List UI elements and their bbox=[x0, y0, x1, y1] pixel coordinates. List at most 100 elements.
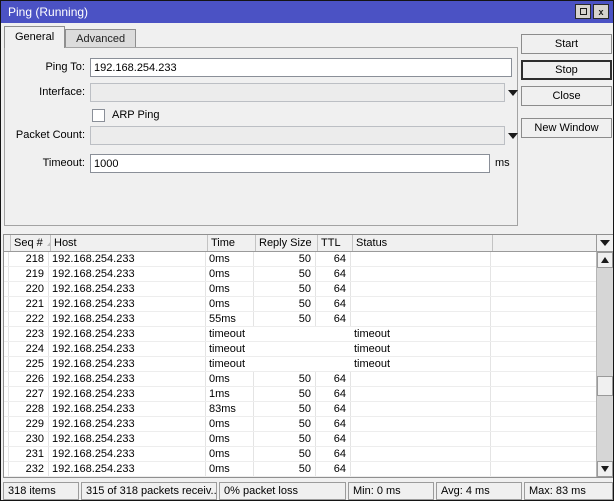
cell-ttl: 64 bbox=[316, 372, 351, 386]
table-row[interactable]: 218 192.168.254.233 0ms 50 64 bbox=[4, 252, 596, 267]
header-strip[interactable] bbox=[4, 235, 11, 251]
cell-ttl bbox=[316, 342, 351, 356]
cell-reply-size: 50 bbox=[254, 312, 316, 326]
cell-status bbox=[351, 252, 491, 266]
cell-ttl: 64 bbox=[316, 312, 351, 326]
header-time[interactable]: Time bbox=[208, 235, 256, 251]
cell-time: 0ms bbox=[206, 252, 254, 266]
cell-empty bbox=[491, 387, 596, 401]
cell-seq: 223 bbox=[9, 327, 49, 341]
cell-status: timeout bbox=[351, 357, 491, 371]
cell-reply-size: 50 bbox=[254, 417, 316, 431]
cell-seq: 225 bbox=[9, 357, 49, 371]
cell-status bbox=[351, 417, 491, 431]
cell-seq: 222 bbox=[9, 312, 49, 326]
tab-general[interactable]: General bbox=[4, 26, 66, 48]
titlebar[interactable]: Ping (Running) x bbox=[1, 1, 613, 23]
cell-seq: 227 bbox=[9, 387, 49, 401]
arp-ping-checkbox[interactable] bbox=[92, 109, 105, 122]
cell-host: 192.168.254.233 bbox=[49, 432, 206, 446]
cell-status: timeout bbox=[351, 342, 491, 356]
vertical-scrollbar[interactable] bbox=[596, 252, 613, 477]
table-row[interactable]: 219 192.168.254.233 0ms 50 64 bbox=[4, 267, 596, 282]
packet-count-field[interactable] bbox=[90, 126, 505, 145]
cell-ttl bbox=[316, 327, 351, 341]
cell-empty bbox=[491, 252, 596, 266]
scroll-up-icon[interactable] bbox=[597, 252, 613, 268]
cell-time: 0ms bbox=[206, 372, 254, 386]
cell-seq: 220 bbox=[9, 282, 49, 296]
cell-time: timeout bbox=[209, 358, 246, 370]
stop-button[interactable]: Stop bbox=[521, 60, 612, 80]
cell-empty bbox=[491, 417, 596, 431]
table-row[interactable]: 232 192.168.254.233 0ms 50 64 bbox=[4, 462, 596, 477]
interface-dropdown-arrow-icon[interactable] bbox=[506, 87, 520, 99]
header-host[interactable]: Host bbox=[51, 235, 208, 251]
table-row[interactable]: 227 192.168.254.233 1ms 50 64 bbox=[4, 387, 596, 402]
cell-time: 0ms bbox=[206, 297, 254, 311]
timeout-unit-label: ms bbox=[495, 157, 510, 169]
status-packets-received: 315 of 318 packets receiv... bbox=[81, 482, 217, 500]
header-empty[interactable] bbox=[493, 235, 596, 251]
column-select-dropdown-icon[interactable] bbox=[596, 235, 613, 252]
cell-time: 0ms bbox=[206, 417, 254, 431]
cell-empty bbox=[491, 267, 596, 281]
cell-status bbox=[351, 372, 491, 386]
cell-reply-size: 50 bbox=[254, 447, 316, 461]
ping-results-table: Seq # Host Time Reply Size TTL Status 21… bbox=[3, 234, 613, 478]
interface-field[interactable] bbox=[90, 83, 505, 102]
table-row[interactable]: 223 192.168.254.233 timeout timeout bbox=[4, 327, 596, 342]
tab-advanced[interactable]: Advanced bbox=[65, 29, 137, 48]
header-seq[interactable]: Seq # bbox=[11, 235, 51, 251]
cell-empty bbox=[491, 372, 596, 386]
cell-time: 0ms bbox=[206, 462, 254, 476]
table-row[interactable]: 224 192.168.254.233 timeout timeout bbox=[4, 342, 596, 357]
cell-host: 192.168.254.233 bbox=[49, 312, 206, 326]
cell-status bbox=[351, 312, 491, 326]
packet-count-row: Packet Count: bbox=[5, 126, 517, 145]
cell-host: 192.168.254.233 bbox=[49, 267, 206, 281]
scrollbar-thumb[interactable] bbox=[597, 376, 613, 396]
packet-count-label: Packet Count: bbox=[15, 129, 85, 141]
cell-reply-size bbox=[254, 357, 316, 371]
timeout-input[interactable] bbox=[90, 154, 490, 173]
table-row[interactable]: 220 192.168.254.233 0ms 50 64 bbox=[4, 282, 596, 297]
timeout-label: Timeout: bbox=[42, 157, 85, 169]
header-ttl[interactable]: TTL bbox=[318, 235, 353, 251]
cell-ttl bbox=[316, 357, 351, 371]
start-button[interactable]: Start bbox=[521, 34, 612, 54]
cell-empty bbox=[491, 282, 596, 296]
arp-ping-row: ARP Ping bbox=[5, 107, 517, 126]
general-tab-panel: Ping To: Interface: ARP Ping Packet Coun… bbox=[4, 47, 518, 226]
table-row[interactable]: 226 192.168.254.233 0ms 50 64 bbox=[4, 372, 596, 387]
ping-to-input[interactable] bbox=[90, 58, 512, 77]
table-row[interactable]: 222 192.168.254.233 55ms 50 64 bbox=[4, 312, 596, 327]
packet-count-dropdown-arrow-icon[interactable] bbox=[506, 130, 520, 142]
close-button[interactable]: Close bbox=[521, 86, 612, 106]
table-row[interactable]: 225 192.168.254.233 timeout timeout bbox=[4, 357, 596, 372]
cell-status bbox=[351, 297, 491, 311]
scroll-down-icon[interactable] bbox=[597, 461, 613, 477]
cell-reply-size bbox=[254, 342, 316, 356]
cell-ttl: 64 bbox=[316, 447, 351, 461]
table-row[interactable]: 231 192.168.254.233 0ms 50 64 bbox=[4, 447, 596, 462]
table-row[interactable]: 228 192.168.254.233 83ms 50 64 bbox=[4, 402, 596, 417]
cell-status: timeout bbox=[351, 327, 491, 341]
table-row[interactable]: 221 192.168.254.233 0ms 50 64 bbox=[4, 297, 596, 312]
cell-host: 192.168.254.233 bbox=[49, 447, 206, 461]
cell-seq: 229 bbox=[9, 417, 49, 431]
table-row[interactable]: 230 192.168.254.233 0ms 50 64 bbox=[4, 432, 596, 447]
new-window-button[interactable]: New Window bbox=[521, 118, 612, 138]
header-reply-size[interactable]: Reply Size bbox=[256, 235, 318, 251]
cell-status bbox=[351, 432, 491, 446]
cell-time: timeout bbox=[209, 328, 246, 340]
status-items-count: 318 items bbox=[3, 482, 79, 500]
close-icon[interactable]: x bbox=[593, 4, 609, 19]
cell-host: 192.168.254.233 bbox=[49, 297, 206, 311]
cell-reply-size: 50 bbox=[254, 372, 316, 386]
header-status[interactable]: Status bbox=[353, 235, 493, 251]
table-header: Seq # Host Time Reply Size TTL Status bbox=[4, 235, 596, 252]
cell-ttl: 64 bbox=[316, 402, 351, 416]
maximize-icon[interactable] bbox=[575, 4, 591, 19]
table-row[interactable]: 229 192.168.254.233 0ms 50 64 bbox=[4, 417, 596, 432]
